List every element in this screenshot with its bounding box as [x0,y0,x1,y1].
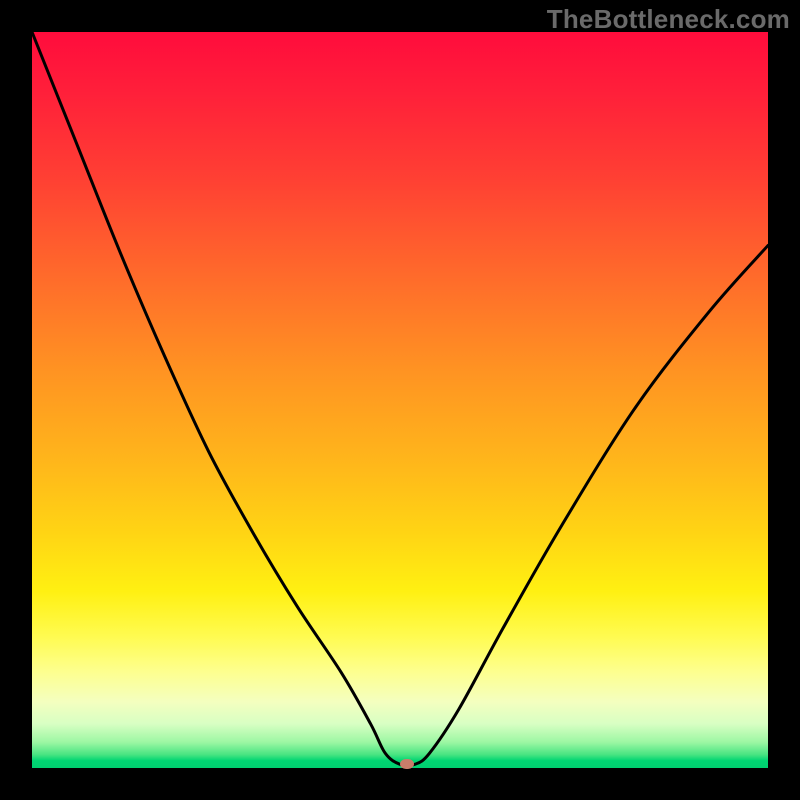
optimum-marker [400,759,414,769]
watermark-text: TheBottleneck.com [547,4,790,35]
chart-frame: TheBottleneck.com [0,0,800,800]
bottleneck-curve-path [32,32,768,766]
plot-area [32,32,768,768]
curve-svg [32,32,768,768]
